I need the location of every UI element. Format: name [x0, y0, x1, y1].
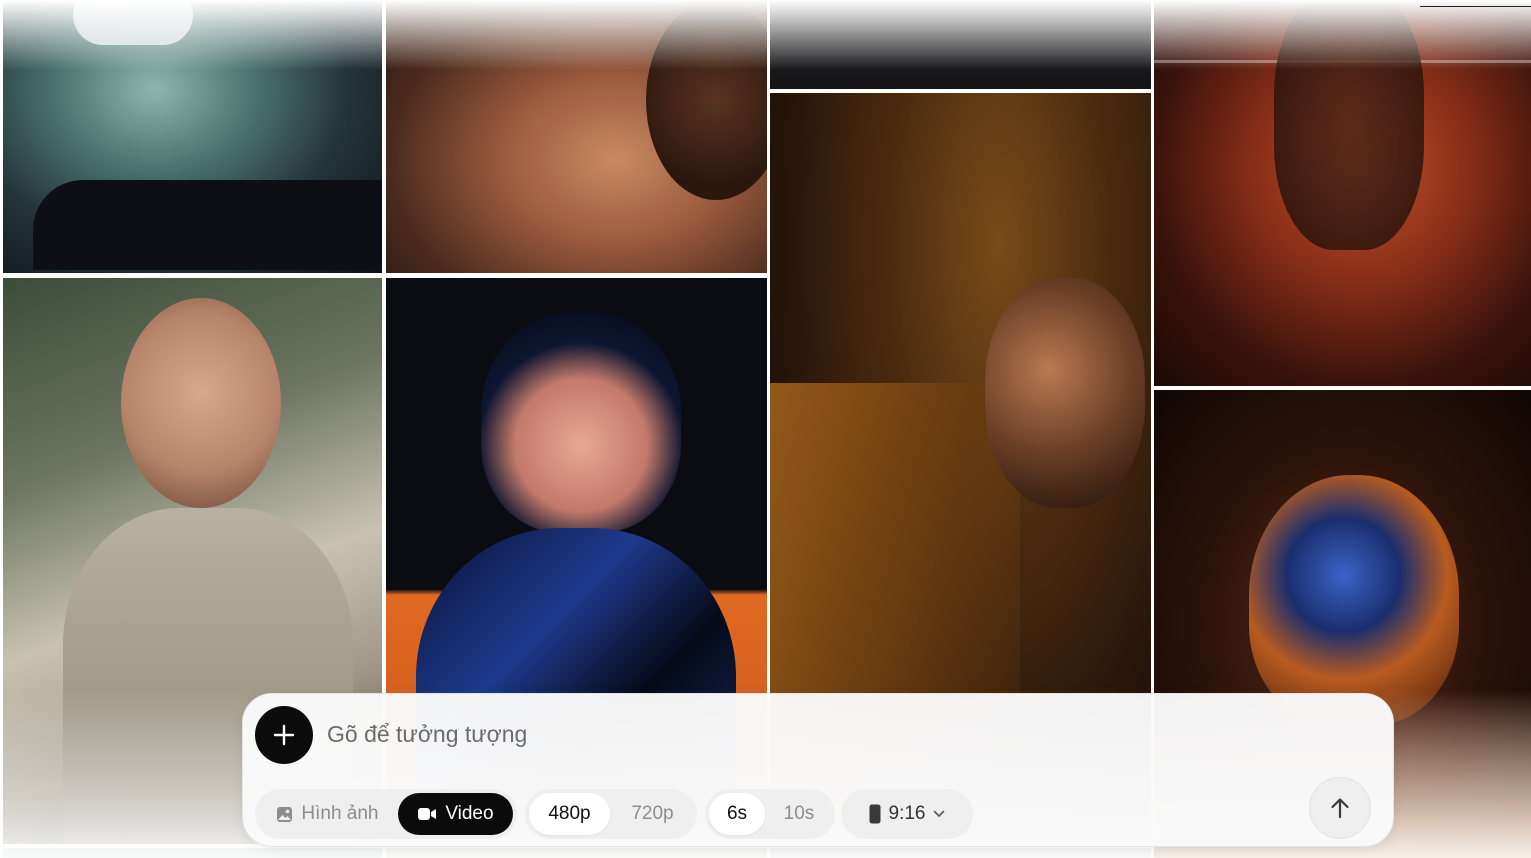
image-icon [277, 806, 293, 822]
chevron-down-icon [934, 810, 945, 817]
resolution-option-label: 480p [548, 803, 591, 824]
duration-toggle: 6s 10s [705, 789, 835, 839]
app-root: Hình ảnh Video 480p 720p 6s [0, 0, 1531, 858]
gallery-tile-partial[interactable] [770, 848, 1151, 858]
gallery-tile-glass-chair[interactable] [3, 0, 382, 273]
prompt-composer: Hình ảnh Video 480p 720p 6s [242, 693, 1394, 847]
resolution-480p-button[interactable]: 480p [529, 793, 610, 835]
resolution-option-label: 720p [631, 803, 674, 824]
arrow-up-icon [1331, 798, 1349, 819]
gallery-tile-partial[interactable] [386, 848, 767, 858]
duration-6s-button[interactable]: 6s [709, 793, 765, 835]
mode-image-label: Hình ảnh [301, 803, 379, 824]
add-attachment-button[interactable] [255, 706, 313, 764]
prompt-input[interactable] [327, 714, 1307, 754]
resolution-720p-button[interactable]: 720p [612, 793, 693, 835]
duration-option-label: 6s [726, 803, 748, 824]
aspect-ratio-dropdown[interactable]: 9:16 [841, 789, 973, 839]
aspect-ratio-value: 9:16 [888, 803, 926, 824]
top-divider [1420, 6, 1531, 7]
gallery-tile-partial[interactable] [3, 848, 382, 858]
send-button[interactable] [1309, 777, 1371, 839]
mode-video-label: Video [445, 803, 494, 824]
plus-icon [273, 724, 295, 746]
aspect-ratio-selector[interactable]: 9:16 [845, 793, 969, 835]
gallery-tile-runner-dust[interactable] [1154, 0, 1531, 386]
portrait-rectangle-icon [869, 804, 880, 824]
video-camera-icon [418, 808, 437, 820]
mode-image-button[interactable]: Hình ảnh [259, 793, 396, 835]
resolution-toggle: 480p 720p [525, 789, 697, 839]
duration-10s-button[interactable]: 10s [767, 793, 831, 835]
gallery-tile-woman-neck[interactable] [386, 0, 767, 273]
mode-video-button[interactable]: Video [397, 793, 513, 835]
gallery-tile-dark-fur[interactable] [770, 0, 1151, 89]
duration-option-label: 10s [783, 803, 815, 824]
mode-toggle: Hình ảnh Video [255, 789, 517, 839]
